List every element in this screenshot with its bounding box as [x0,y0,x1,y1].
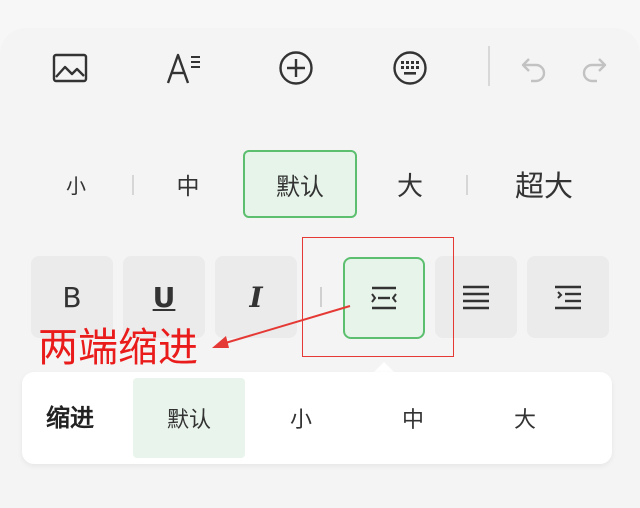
font-size-medium[interactable]: 中 [152,150,224,218]
text-format-icon[interactable] [162,46,206,90]
keyboard-icon[interactable] [388,46,432,90]
size-divider [132,175,134,195]
indent-title: 缩进 [46,404,94,432]
italic-label: I [249,280,263,314]
indent-option-small[interactable]: 小 [245,378,357,458]
font-size-small[interactable]: 小 [40,150,112,218]
annotation-label: 两端缩进 [38,325,198,371]
font-size-default[interactable]: 默认 [243,150,357,218]
annotation-highlight-box [302,237,454,357]
size-divider [466,175,468,195]
toolbar-divider [488,46,490,86]
top-toolbar [0,28,640,108]
font-size-large[interactable]: 大 [372,150,448,218]
bold-label: B [62,280,82,314]
align-lines-icon [463,285,489,310]
indent-option-large[interactable]: 大 [469,378,581,458]
undo-icon[interactable] [512,46,556,90]
indent-option-medium[interactable]: 中 [357,378,469,458]
font-size-extra-large[interactable]: 超大 [490,150,598,218]
line-spacing-icon [555,285,581,310]
indent-popup: 缩进 默认 小 中 大 [22,372,612,464]
underline-label: U [152,280,176,314]
line-spacing-button[interactable] [527,256,609,338]
image-icon[interactable] [48,46,92,90]
add-circle-icon[interactable] [274,46,318,90]
indent-option-default[interactable]: 默认 [133,378,245,458]
redo-icon[interactable] [572,46,616,90]
font-size-selector: 小 中 默认 大 超大 [0,150,640,220]
italic-button[interactable]: I [215,256,297,338]
